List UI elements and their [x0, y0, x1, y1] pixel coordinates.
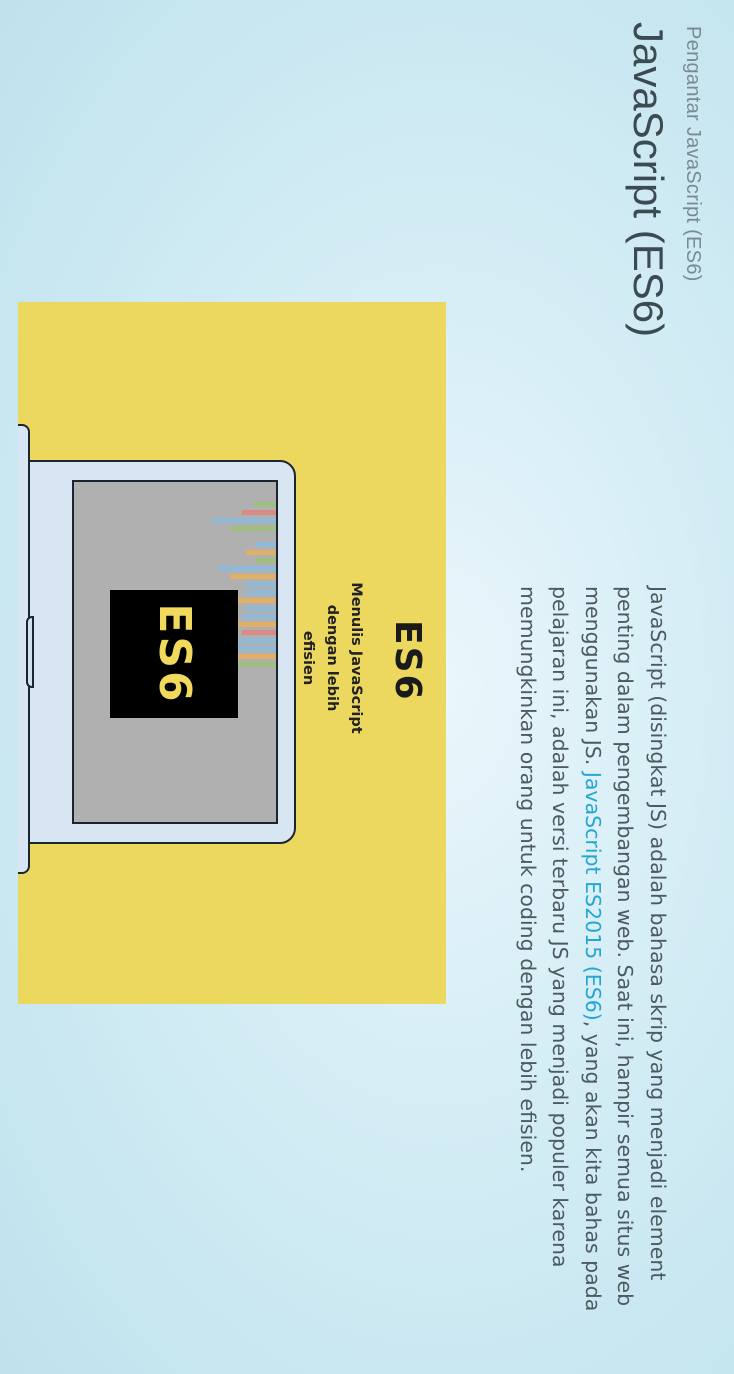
laptop-screen: ES6 — [72, 480, 278, 824]
intro-paragraph: JavaScript (disingkat JS) adalah bahasa … — [512, 586, 675, 1314]
es6-illustration: ES6 Menulis JavaScript dengan lebih efis… — [18, 302, 446, 1004]
es6-badge: ES6 — [110, 590, 238, 718]
lesson-page: Pengantar JavaScript (ES6) JavaScript (E… — [0, 0, 734, 1374]
illustration-heading: ES6 — [387, 620, 428, 702]
es6-link[interactable]: JavaScript ES2015 (ES6) — [581, 772, 605, 1021]
lesson-subtitle: Pengantar JavaScript (ES6) — [682, 26, 704, 282]
illustration-tagline: Menulis JavaScript dengan lebih efisien — [300, 582, 364, 734]
laptop-image: ES6 — [18, 460, 296, 844]
laptop-notch — [26, 616, 34, 688]
es6-badge-text: ES6 — [149, 603, 200, 705]
lesson-title: JavaScript (ES6) — [625, 22, 672, 338]
